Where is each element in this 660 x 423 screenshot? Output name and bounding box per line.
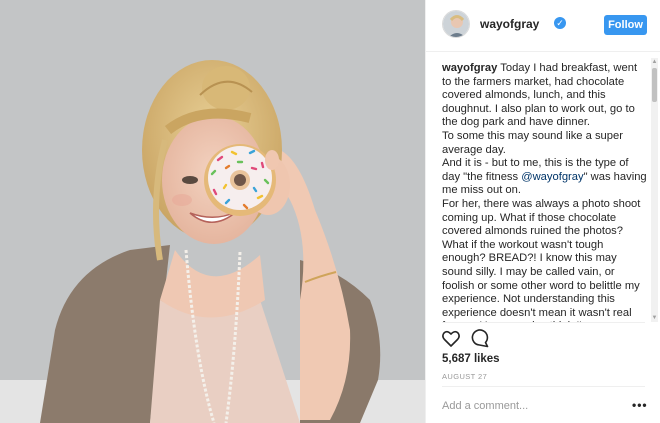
heart-icon[interactable] [442, 330, 460, 347]
post-side-panel: wayofgray ✓ Follow wayofgray Today I had… [425, 0, 660, 423]
post-photo[interactable] [0, 0, 425, 423]
more-options-icon[interactable]: ••• [632, 398, 648, 412]
comment-bubble-icon[interactable] [471, 329, 489, 348]
divider [442, 386, 645, 387]
scroll-up-arrow-icon[interactable]: ▲ [651, 58, 658, 66]
verified-badge-icon: ✓ [554, 17, 566, 29]
avatar[interactable] [442, 10, 470, 38]
avatar-image [443, 11, 469, 37]
scroll-down-arrow-icon[interactable]: ▼ [651, 314, 658, 322]
caption-mention-link[interactable]: @wayofgray [521, 171, 583, 183]
caption-paragraph-4: For her, there was always a photo shoot … [442, 197, 641, 322]
scrollbar-thumb[interactable] [652, 68, 657, 102]
header-username[interactable]: wayofgray [480, 17, 539, 31]
caption-paragraph-3: And it is - but to me, this is the type … [442, 157, 647, 198]
likes-count[interactable]: 5,687 likes [442, 353, 500, 365]
instagram-post: wayofgray ✓ Follow wayofgray Today I had… [0, 0, 660, 423]
comment-input[interactable] [442, 398, 612, 414]
post-date: AUGUST 27 [442, 372, 488, 381]
follow-button[interactable]: Follow [604, 15, 647, 35]
woman-with-doughnut-image [0, 0, 425, 423]
caption-username[interactable]: wayofgray [442, 62, 497, 74]
caption-scrollbar[interactable]: ▲ ▼ [651, 58, 658, 322]
divider [442, 322, 645, 323]
caption-paragraph-2: To some this may sound like a super aver… [442, 129, 623, 156]
caption-text: wayofgray Today I had breakfast, went to… [442, 62, 647, 322]
action-icons-svg [442, 329, 489, 348]
caption-area[interactable]: wayofgray Today I had breakfast, went to… [426, 58, 652, 322]
post-header: wayofgray ✓ Follow [426, 0, 660, 52]
action-icons [442, 329, 502, 349]
